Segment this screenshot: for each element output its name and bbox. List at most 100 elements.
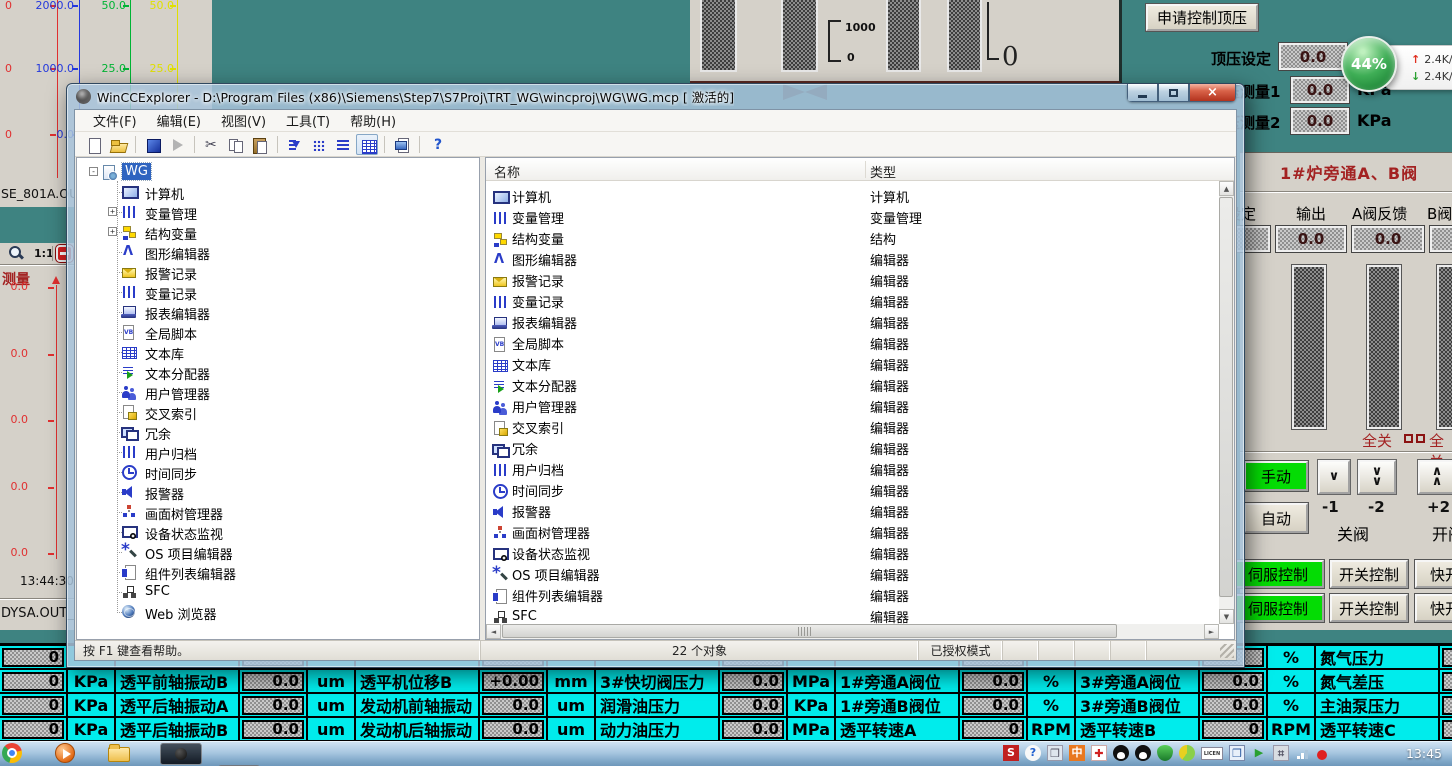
menu-item[interactable]: 文件(F) [83,109,147,133]
minimize-button[interactable] [1127,84,1158,102]
tree-expand-box[interactable]: + [108,227,117,236]
qq-1-tray-icon[interactable] [1113,745,1129,761]
list-row[interactable]: 计算机计算机 [486,186,1234,207]
horizontal-scrollbar[interactable]: ◄ ► [486,624,1219,639]
fast-open-button-2[interactable]: 快开 [1415,594,1452,622]
switch-control-button-2[interactable]: 开关控制 [1330,594,1408,622]
list-row[interactable]: 全局脚本编辑器 [486,333,1234,354]
list-row[interactable]: 用户管理器编辑器 [486,396,1234,417]
tree-item[interactable]: 用户归档 [77,442,479,462]
tree-item[interactable]: 报警器 [77,482,479,502]
list-row[interactable]: 变量管理变量管理 [486,207,1234,228]
new-toolbar-button[interactable] [83,134,105,155]
play-toolbar-button[interactable] [166,134,188,155]
license-tray-icon[interactable]: LICEN [1201,747,1223,760]
help-tray-icon[interactable]: ? [1025,745,1041,761]
qq-2-tray-icon[interactable] [1135,745,1151,761]
list-row[interactable]: 报表编辑器编辑器 [486,312,1234,333]
tree-item[interactable]: 设备状态监视 [77,522,479,542]
scroll-up-arrow[interactable]: ▲ [1219,181,1234,196]
horizontal-scroll-thumb[interactable] [502,624,1117,638]
step-up-2-button[interactable]: ∧∧ [1418,460,1452,494]
vertical-scrollbar[interactable]: ▲ ▼ [1219,181,1234,624]
auto-mode-button[interactable]: 自动 [1244,503,1308,533]
tree-item[interactable]: +结构变量 [77,222,479,242]
help-toolbar-button[interactable] [426,134,448,155]
fast-open-button-1[interactable]: 快开 [1415,560,1452,588]
red-cross-tray-icon[interactable]: ✚ [1091,745,1107,761]
paste-toolbar-button[interactable] [249,134,271,155]
tree-item[interactable]: 交叉索引 [77,402,479,422]
play-green-tray-icon[interactable]: ▶ [1251,745,1267,761]
maximize-button[interactable] [1158,84,1189,102]
list-row[interactable]: 报警器编辑器 [486,501,1234,522]
list-row[interactable]: 图形编辑器编辑器 [486,249,1234,270]
props-toolbar-button[interactable] [391,134,413,155]
switch-control-button-1[interactable]: 开关控制 [1330,560,1408,588]
scroll-down-arrow[interactable]: ▼ [1219,609,1234,624]
list-row[interactable]: 报警记录编辑器 [486,270,1234,291]
window-blue-tray-icon[interactable]: ❒ [1229,745,1245,761]
servo-control-button-2[interactable]: 伺服控制 [1232,594,1324,622]
tree-item[interactable]: Web 浏览器 [77,602,479,622]
multi-toolbar-button[interactable] [308,134,330,155]
tree-item[interactable]: SFC [77,582,479,602]
list-row[interactable]: 结构变量结构 [486,228,1234,249]
menu-item[interactable]: 帮助(H) [340,109,406,133]
input-zh-tray-icon[interactable]: 中 [1069,745,1085,761]
list-row[interactable]: 文本分配器编辑器 [486,375,1234,396]
copy-toolbar-button[interactable] [225,134,247,155]
window-restore-tray-icon[interactable]: ❒ [1047,745,1063,761]
taskbar-media-player-button[interactable] [55,743,75,763]
list-row[interactable]: 设备状态监视编辑器 [486,543,1234,564]
signal-tray-icon[interactable] [1295,745,1311,761]
orb-green-tray-icon[interactable] [1179,745,1195,761]
step-down-2-button[interactable]: ∨∨ [1358,460,1396,494]
tree-item[interactable]: 用户管理器 [77,382,479,402]
scroll-left-arrow[interactable]: ◄ [486,624,501,639]
taskbar-folder-button[interactable] [108,743,130,762]
list-row[interactable]: 交叉索引编辑器 [486,417,1234,438]
cut-toolbar-button[interactable] [201,134,223,155]
tree-item[interactable]: 文本分配器 [77,362,479,382]
menu-item[interactable]: 视图(V) [211,109,276,133]
tree-item[interactable]: 报表编辑器 [77,302,479,322]
safety-s-tray-icon[interactable]: S [1003,745,1019,761]
taskbar-clock[interactable]: 13:45 [1406,746,1442,761]
tree-item[interactable]: 画面树管理器 [77,502,479,522]
list-row[interactable]: 冗余编辑器 [486,438,1234,459]
step-down-1-button[interactable]: ∨ [1318,460,1350,494]
tree-item[interactable]: 图形编辑器 [77,242,479,262]
tree-item[interactable]: 报警记录 [77,262,479,282]
manual-mode-button[interactable]: 手动 [1244,461,1308,491]
list-row[interactable]: 组件列表编辑器编辑器 [486,585,1234,606]
viewgrid-toolbar-button[interactable] [356,134,378,155]
keyboard-tray-icon[interactable]: ⌗ [1273,745,1289,761]
tree-expand-box[interactable]: + [108,207,117,216]
viewlist-toolbar-button[interactable] [332,134,354,155]
tree-item[interactable]: 文本库 [77,342,479,362]
tree-item[interactable]: +变量管理 [77,202,479,222]
list-row[interactable]: 用户归档编辑器 [486,459,1234,480]
taskbar-chrome-button[interactable] [2,743,22,763]
tree-item[interactable]: OS 项目编辑器 [77,542,479,562]
list-row[interactable]: 变量记录编辑器 [486,291,1234,312]
close-button[interactable]: × [1189,84,1236,102]
tree-item-root[interactable]: -WG [77,162,479,182]
servo-control-button-1[interactable]: 伺服控制 [1232,560,1324,588]
tree-expand-box[interactable]: - [89,167,98,176]
stop-toolbar-button[interactable] [142,134,164,155]
list-row[interactable]: OS 项目编辑器编辑器 [486,564,1234,585]
tree-item[interactable]: 组件列表编辑器 [77,562,479,582]
request-top-pressure-button[interactable]: 申请控制顶压 [1146,4,1258,31]
vertical-scroll-thumb[interactable] [1219,197,1233,597]
tree-item[interactable]: 全局脚本 [77,322,479,342]
list-row[interactable]: 文本库编辑器 [486,354,1234,375]
list-row[interactable]: 画面树管理器编辑器 [486,522,1234,543]
menu-item[interactable]: 编辑(E) [147,109,211,133]
tree-item[interactable]: 冗余 [77,422,479,442]
shield-green-tray-icon[interactable] [1157,745,1173,761]
updown-toolbar-button[interactable] [284,134,306,155]
menu-item[interactable]: 工具(T) [276,109,340,133]
tree-item[interactable]: 变量记录 [77,282,479,302]
